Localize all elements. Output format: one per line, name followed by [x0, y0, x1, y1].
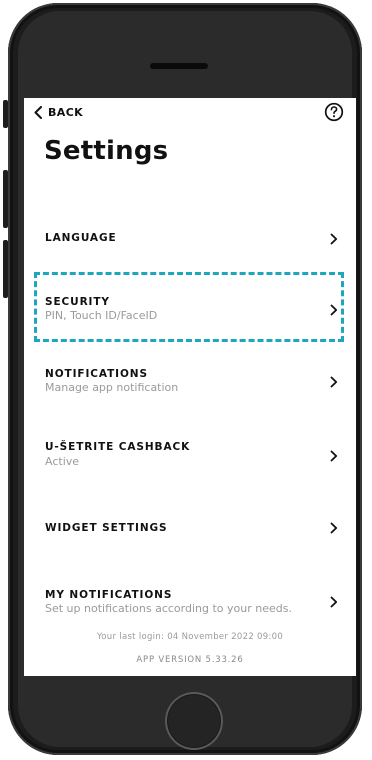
settings-item-title: LANGUAGE [45, 232, 117, 244]
settings-item-widget[interactable]: WIDGET SETTINGS [24, 496, 356, 560]
last-login-text: Your last login: 04 November 2022 09:00 [96, 632, 284, 642]
chevron-right-icon [330, 376, 338, 388]
settings-item-title: U-ŠETRITE CASHBACK [45, 441, 191, 453]
back-button[interactable]: BACK [34, 106, 83, 119]
chevron-right-icon [330, 304, 338, 316]
home-button[interactable] [165, 692, 223, 750]
settings-item-subtitle: Active [45, 455, 80, 468]
chevron-right-icon [330, 450, 338, 462]
chevron-right-icon [330, 522, 338, 534]
chevron-left-icon [34, 106, 42, 119]
settings-item-security[interactable]: SECURITY PIN, Touch ID/FaceID [24, 274, 356, 338]
app-version-text: APP VERSION 5.33.26 [136, 655, 244, 665]
settings-item-subtitle: Set up notifications according to your n… [45, 602, 292, 615]
settings-item-title: SECURITY [45, 296, 110, 308]
settings-item-language[interactable]: LANGUAGE [24, 206, 356, 270]
device-stage: BACK Settings LANGUAGE SECURITY PIN, Tou… [0, 0, 372, 760]
chevron-right-icon [330, 596, 338, 608]
settings-item-title: NOTIFICATIONS [45, 368, 148, 380]
top-bar: BACK [24, 98, 356, 132]
settings-item-notifications[interactable]: NOTIFICATIONS Manage app notification [24, 348, 356, 412]
chevron-right-icon [330, 233, 338, 245]
settings-item-title: WIDGET SETTINGS [45, 522, 168, 534]
settings-item-cashback[interactable]: U-ŠETRITE CASHBACK Active [24, 420, 356, 484]
settings-item-title: MY NOTIFICATIONS [45, 589, 173, 601]
question-circle-icon[interactable] [324, 102, 344, 122]
settings-item-subtitle: PIN, Touch ID/FaceID [45, 309, 158, 322]
app-screen: BACK Settings LANGUAGE SECURITY PIN, Tou… [24, 98, 356, 676]
earpiece-speaker [150, 63, 208, 69]
page-title: Settings [44, 136, 169, 166]
settings-item-my-notifications[interactable]: MY NOTIFICATIONS Set up notifications ac… [24, 566, 356, 630]
settings-item-subtitle: Manage app notification [45, 381, 179, 394]
back-label: BACK [48, 106, 84, 119]
